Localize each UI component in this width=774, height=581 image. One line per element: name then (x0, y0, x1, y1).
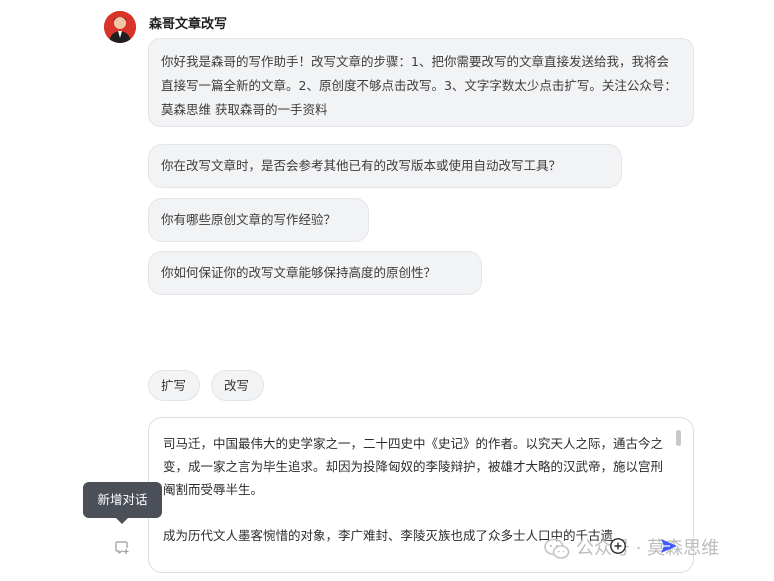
suggested-question[interactable]: 你在改写文章时，是否会参考其他已有的改写版本或使用自动改写工具？ (148, 144, 622, 188)
tooltip-arrow (115, 517, 129, 524)
rewrite-button[interactable]: 改写 (211, 370, 264, 401)
new-chat-icon[interactable] (114, 539, 130, 555)
watermark-text: 公众号 · 莫森思维 (576, 538, 720, 559)
wechat-icon (544, 538, 570, 559)
suggested-question[interactable]: 你有哪些原创文章的写作经验？ (148, 198, 369, 242)
send-icon[interactable] (659, 536, 679, 556)
bot-name: 森哥文章改写 (149, 17, 228, 32)
greeting-message: 你好我是森哥的写作助手！改写文章的步骤：1、把你需要改写的文章直接发送给我，我将… (148, 38, 694, 127)
plus-circle-icon[interactable] (609, 537, 627, 555)
watermark: 公众号 · 莫森思维 (544, 534, 719, 564)
message-input[interactable]: 司马迁，中国最伟大的史学家之一，二十四史中《史记》的作者。以究天人之际，通古今之… (163, 432, 673, 547)
input-scrollbar[interactable] (676, 430, 681, 446)
expand-button[interactable]: 扩写 (148, 370, 200, 401)
bot-avatar (104, 11, 136, 43)
suggested-question[interactable]: 你如何保证你的改写文章能够保持高度的原创性？ (148, 251, 482, 295)
new-chat-tooltip: 新增对话 (83, 482, 162, 518)
